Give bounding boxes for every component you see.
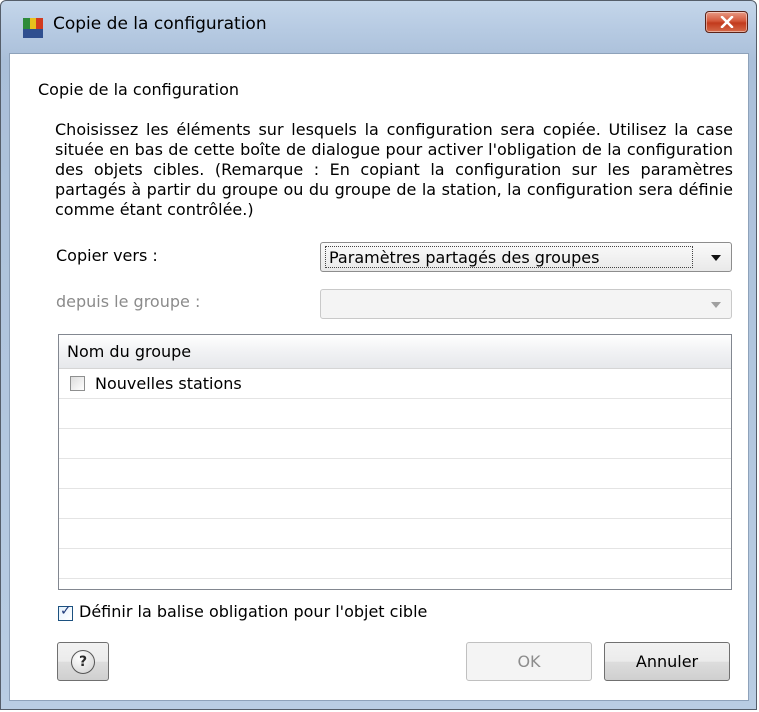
from-group-label: depuis le groupe : bbox=[56, 292, 201, 311]
chevron-down-icon bbox=[711, 255, 721, 261]
checkmark-icon: ✓ bbox=[60, 603, 72, 619]
title-bar[interactable]: Copie de la configuration bbox=[1, 1, 756, 51]
copy-to-value: Paramètres partagés des groupes bbox=[325, 246, 693, 268]
row-label: Nouvelles stations bbox=[95, 374, 242, 393]
dialog-description: Choisissez les éléments sur lesquels la … bbox=[55, 120, 733, 219]
dialog-body: Copie de la configuration Choisissez les… bbox=[9, 53, 749, 701]
obligation-checkbox[interactable]: ✓ bbox=[58, 603, 73, 621]
close-button[interactable] bbox=[705, 11, 748, 33]
copy-to-select[interactable]: Paramètres partagés des groupes bbox=[320, 242, 732, 272]
table-row-empty bbox=[59, 429, 731, 459]
table-row-empty bbox=[59, 459, 731, 489]
chevron-down-icon bbox=[711, 302, 721, 308]
help-button[interactable]: ? bbox=[57, 642, 109, 681]
table-row[interactable]: Nouvelles stations bbox=[59, 369, 731, 399]
cancel-button[interactable]: Annuler bbox=[604, 642, 730, 681]
table-header[interactable]: Nom du groupe bbox=[59, 335, 731, 369]
table-row-empty bbox=[59, 549, 731, 579]
copy-to-label: Copier vers : bbox=[56, 246, 158, 265]
obligation-label[interactable]: Définir la balise obligation pour l'obje… bbox=[79, 602, 427, 621]
group-table[interactable]: Nom du groupe Nouvelles stations bbox=[58, 334, 732, 590]
table-row-empty bbox=[59, 399, 731, 429]
column-header-group-name: Nom du groupe bbox=[67, 342, 192, 361]
window-title: Copie de la configuration bbox=[53, 14, 267, 34]
table-row-empty bbox=[59, 489, 731, 519]
ok-button[interactable]: OK bbox=[466, 642, 592, 681]
help-icon: ? bbox=[71, 649, 95, 674]
dialog-header: Copie de la configuration bbox=[38, 80, 240, 99]
close-icon bbox=[720, 16, 733, 28]
table-row-empty bbox=[59, 519, 731, 549]
dialog-window: Copie de la configuration Copie de la co… bbox=[0, 0, 757, 710]
avg-app-icon bbox=[23, 18, 43, 38]
row-checkbox[interactable] bbox=[70, 376, 85, 391]
from-group-select[interactable] bbox=[320, 289, 732, 319]
